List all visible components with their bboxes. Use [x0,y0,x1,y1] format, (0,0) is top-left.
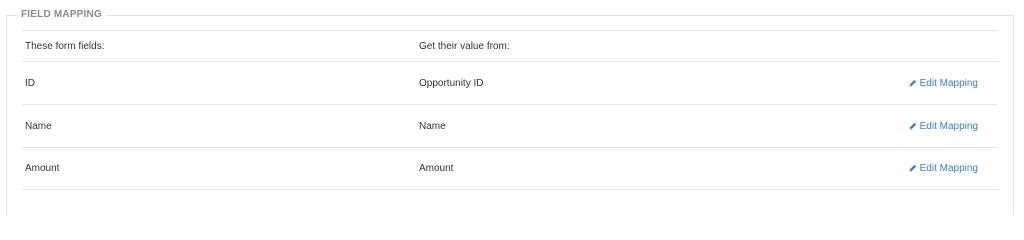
edit-mapping-label[interactable]: Edit Mapping [920,163,978,174]
edit-mapping-link[interactable]: Edit Mapping [908,105,978,147]
field-mapping-table: These form fields: Get their value from:… [22,30,998,190]
pencil-icon [909,79,916,87]
table-row: ID Opportunity ID Edit Mapping [22,61,998,104]
edit-mapping-link[interactable]: Edit Mapping [908,62,978,104]
table-row: Amount Amount Edit Mapping [22,147,998,190]
header-form-fields: These form fields: [25,40,105,52]
header-value-source: Get their value from: [419,40,510,52]
pencil-icon [909,164,916,172]
edit-mapping-link[interactable]: Edit Mapping [908,148,978,189]
form-field-name: Amount [25,163,60,174]
value-source-name: Name [419,120,446,132]
form-field-name: Name [25,120,52,132]
edit-mapping-label[interactable]: Edit Mapping [920,78,978,89]
edit-mapping-label[interactable]: Edit Mapping [920,121,978,132]
table-header-row: These form fields: Get their value from: [22,30,998,61]
form-field-name: ID [25,77,35,89]
value-source-name: Opportunity ID [419,77,484,89]
value-source-name: Amount [419,163,454,174]
section-title: FIELD MAPPING [16,8,107,22]
table-row: Name Name Edit Mapping [22,104,998,147]
pencil-icon [909,122,916,130]
